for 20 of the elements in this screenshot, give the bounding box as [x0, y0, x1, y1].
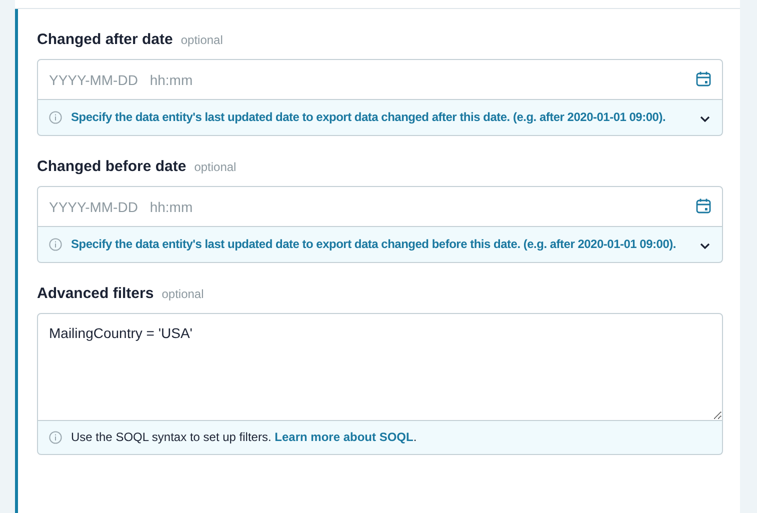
field-label: Changed before date — [37, 158, 186, 175]
hint-text: Use the SOQL syntax to set up filters. Learn more about SOQL. — [71, 429, 417, 446]
chevron-icon — [700, 243, 710, 249]
field-label: Advanced filters — [37, 285, 154, 302]
optional-tag: optional — [194, 160, 236, 174]
learn-more-link[interactable]: Learn more about SOQL — [274, 430, 414, 444]
date-field[interactable]: YYYY-MM-DD hh:mm — [37, 59, 723, 100]
optional-tag: optional — [162, 287, 204, 301]
field-label: Changed after date — [37, 31, 173, 48]
hint-text: Specify the data entity's last updated date to export data changed after this date. (e.g. after 2020-01-01 09:00). — [71, 109, 667, 126]
date-field[interactable]: YYYY-MM-DD hh:mm — [37, 186, 723, 227]
info-icon — [49, 431, 62, 444]
hint-text: Specify the data entity's last updated date to export data changed before this date. (e.g. after 2020-01-01 09:00). — [71, 236, 677, 253]
info-icon — [49, 238, 62, 251]
chevron-icon — [700, 116, 710, 122]
optional-tag: optional — [180, 33, 223, 47]
calendar-icon[interactable] — [696, 198, 711, 214]
calendar-icon[interactable] — [696, 71, 711, 87]
filter-field[interactable]: MailingCountry = 'USA' — [37, 313, 723, 421]
info-icon — [49, 111, 62, 124]
